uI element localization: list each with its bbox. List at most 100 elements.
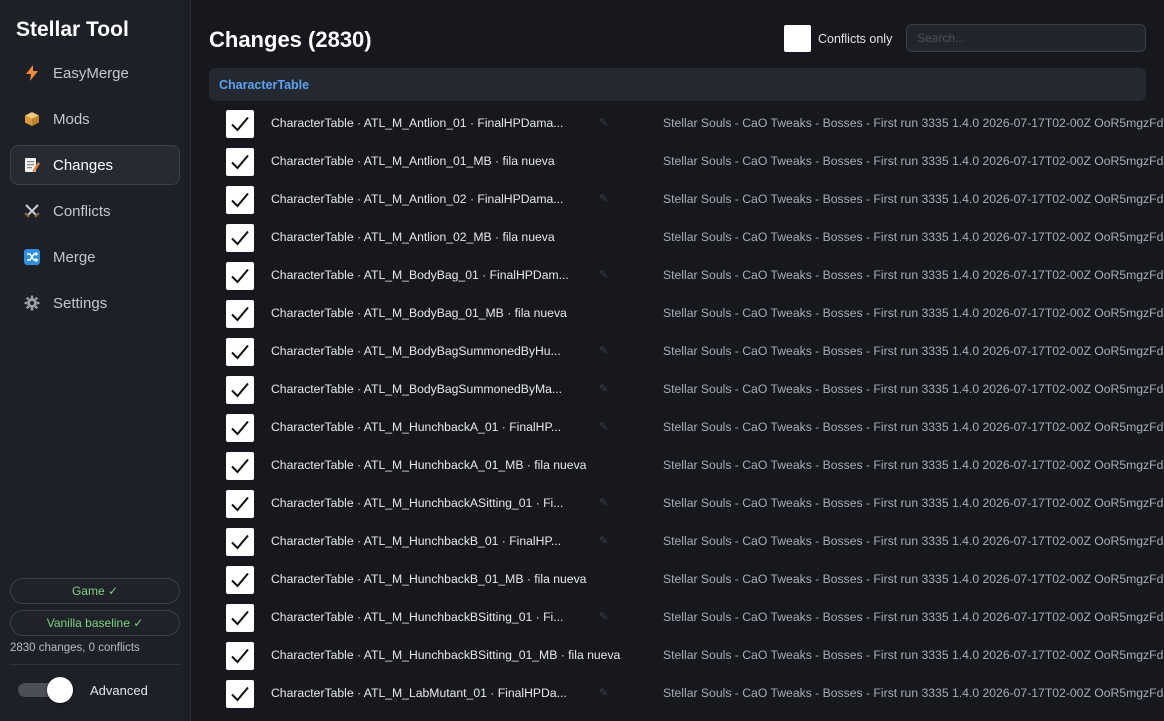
list-item[interactable]: CharacterTable · ATL_M_Antlion_01 · Fina… <box>191 104 1164 142</box>
list-item[interactable]: CharacterTable · ATL_M_Antlion_01_MB · f… <box>191 142 1164 180</box>
change-source: Stellar Souls - CaO Tweaks - Bosses - Fi… <box>663 382 1164 396</box>
check-icon <box>231 154 249 170</box>
change-source: Stellar Souls - CaO Tweaks - Bosses - Fi… <box>663 648 1164 662</box>
list-item[interactable]: CharacterTable · ATL_M_BodyBag_01_MB · f… <box>191 294 1164 332</box>
change-name: CharacterTable · ATL_M_HunchbackB_01 · F… <box>271 534 562 548</box>
row-checkbox[interactable] <box>226 414 254 442</box>
conflicts-only-checkbox[interactable] <box>784 25 811 52</box>
row-checkbox[interactable] <box>226 224 254 252</box>
row-checkbox[interactable] <box>226 300 254 328</box>
list-item[interactable]: CharacterTable · ATL_M_Antlion_02_MB · f… <box>191 218 1164 256</box>
list-item[interactable]: CharacterTable · ATL_M_BodyBagSummonedBy… <box>191 370 1164 408</box>
row-checkbox[interactable] <box>226 110 254 138</box>
change-name: CharacterTable · ATL_M_Antlion_01 · Fina… <box>271 116 564 130</box>
pencil-icon[interactable]: ✎ <box>599 610 608 623</box>
change-name: CharacterTable · ATL_M_Antlion_02_MB · f… <box>271 230 555 244</box>
change-source: Stellar Souls - CaO Tweaks - Bosses - Fi… <box>663 420 1164 434</box>
list-item[interactable]: CharacterTable · ATL_M_HunchbackBSitting… <box>191 636 1164 674</box>
advanced-label: Advanced <box>90 682 148 698</box>
list-item[interactable]: CharacterTable · ATL_M_HunchbackA_01 · F… <box>191 408 1164 446</box>
pencil-icon[interactable]: ✎ <box>599 382 608 395</box>
advanced-toggle-row: Advanced <box>18 677 148 703</box>
sidebar-item-label: EasyMerge <box>53 64 129 82</box>
sidebar-item-label: Changes <box>53 156 114 174</box>
change-source: Stellar Souls - CaO Tweaks - Bosses - Fi… <box>663 344 1164 358</box>
pencil-icon[interactable]: ✎ <box>599 268 608 281</box>
pencil-icon[interactable]: ✎ <box>599 534 608 547</box>
bolt-icon <box>23 64 41 82</box>
check-icon <box>231 230 249 246</box>
changes-list: CharacterTable · ATL_M_Antlion_01 · Fina… <box>191 104 1164 712</box>
list-item[interactable]: CharacterTable · ATL_M_HunchbackBSitting… <box>191 598 1164 636</box>
change-name: CharacterTable · ATL_M_HunchbackBSitting… <box>271 610 564 624</box>
check-icon <box>231 572 249 588</box>
sidebar-item-label: Conflicts <box>53 202 111 220</box>
sidebar-nav: EasyMerge Mods Changes Conflicts Merge S… <box>10 53 180 329</box>
change-name: CharacterTable · ATL_M_HunchbackA_01_MB … <box>271 458 587 472</box>
list-item[interactable]: CharacterTable · ATL_M_HunchbackB_01_MB … <box>191 560 1164 598</box>
changes-summary: 2830 changes, 0 conflicts <box>10 642 140 654</box>
row-checkbox[interactable] <box>226 376 254 404</box>
change-name: CharacterTable · ATL_M_BodyBag_01_MB · f… <box>271 306 567 320</box>
check-icon <box>231 458 249 474</box>
crossed-swords-icon <box>23 202 41 220</box>
advanced-toggle[interactable] <box>18 677 74 703</box>
gear-icon <box>23 294 41 312</box>
row-checkbox[interactable] <box>226 338 254 366</box>
check-icon <box>231 534 249 550</box>
search-input[interactable] <box>906 24 1146 52</box>
sidebar-item-changes[interactable]: Changes <box>10 145 180 185</box>
conflicts-only-label: Conflicts only <box>818 32 893 46</box>
pencil-icon[interactable]: ✎ <box>599 496 608 509</box>
row-checkbox[interactable] <box>226 490 254 518</box>
row-checkbox[interactable] <box>226 642 254 670</box>
row-checkbox[interactable] <box>226 528 254 556</box>
toggle-knob <box>47 677 73 703</box>
change-name: CharacterTable · ATL_M_HunchbackBSitting… <box>271 648 621 662</box>
check-icon <box>231 116 249 132</box>
main-panel: Changes (2830) Conflicts only CharacterT… <box>191 0 1164 721</box>
sidebar-item-settings[interactable]: Settings <box>10 283 180 323</box>
list-item[interactable]: CharacterTable · ATL_M_HunchbackB_01 · F… <box>191 522 1164 560</box>
status-panel: Game ✓ Vanilla baseline ✓ 2830 changes, … <box>10 578 180 654</box>
vanilla-status-badge: Vanilla baseline ✓ <box>10 610 180 636</box>
change-name: CharacterTable · ATL_M_LabMutant_01 · Fi… <box>271 686 567 700</box>
pencil-icon[interactable]: ✎ <box>599 344 608 357</box>
sidebar-item-conflicts[interactable]: Conflicts <box>10 191 180 231</box>
pencil-icon[interactable]: ✎ <box>599 686 608 699</box>
sidebar-item-easymerge[interactable]: EasyMerge <box>10 53 180 93</box>
row-checkbox[interactable] <box>226 566 254 594</box>
change-name: CharacterTable · ATL_M_BodyBagSummonedBy… <box>271 344 561 358</box>
row-checkbox[interactable] <box>226 680 254 708</box>
row-checkbox[interactable] <box>226 262 254 290</box>
sidebar-item-merge[interactable]: Merge <box>10 237 180 277</box>
page-title: Changes (2830) <box>209 27 372 52</box>
list-item[interactable]: CharacterTable · ATL_M_BodyBag_01 · Fina… <box>191 256 1164 294</box>
pencil-icon[interactable]: ✎ <box>599 116 608 129</box>
change-source: Stellar Souls - CaO Tweaks - Bosses - Fi… <box>663 306 1164 320</box>
list-item[interactable]: CharacterTable · ATL_M_BodyBagSummonedBy… <box>191 332 1164 370</box>
change-name: CharacterTable · ATL_M_Antlion_01_MB · f… <box>271 154 555 168</box>
sidebar-item-mods[interactable]: Mods <box>10 99 180 139</box>
row-checkbox[interactable] <box>226 186 254 214</box>
shuffle-icon <box>23 248 41 266</box>
pencil-icon[interactable]: ✎ <box>599 192 608 205</box>
row-checkbox[interactable] <box>226 452 254 480</box>
list-item[interactable]: CharacterTable · ATL_M_HunchbackA_01_MB … <box>191 446 1164 484</box>
check-icon <box>231 610 249 626</box>
row-checkbox[interactable] <box>226 148 254 176</box>
change-source: Stellar Souls - CaO Tweaks - Bosses - Fi… <box>663 534 1164 548</box>
row-checkbox[interactable] <box>226 604 254 632</box>
game-status-badge: Game ✓ <box>10 578 180 604</box>
list-item[interactable]: CharacterTable · ATL_M_HunchbackASitting… <box>191 484 1164 522</box>
list-item[interactable]: CharacterTable · ATL_M_Antlion_02 · Fina… <box>191 180 1164 218</box>
change-source: Stellar Souls - CaO Tweaks - Bosses - Fi… <box>663 230 1164 244</box>
change-name: CharacterTable · ATL_M_HunchbackA_01 · F… <box>271 420 562 434</box>
sidebar: Stellar Tool EasyMerge Mods Changes Conf… <box>0 0 191 721</box>
list-item[interactable]: CharacterTable · ATL_M_LabMutant_01 · Fi… <box>191 674 1164 712</box>
change-name: CharacterTable · ATL_M_HunchbackB_01_MB … <box>271 572 587 586</box>
check-icon <box>231 648 249 664</box>
pencil-icon[interactable]: ✎ <box>599 420 608 433</box>
memo-icon <box>23 156 41 174</box>
group-header[interactable]: CharacterTable <box>209 68 1146 101</box>
